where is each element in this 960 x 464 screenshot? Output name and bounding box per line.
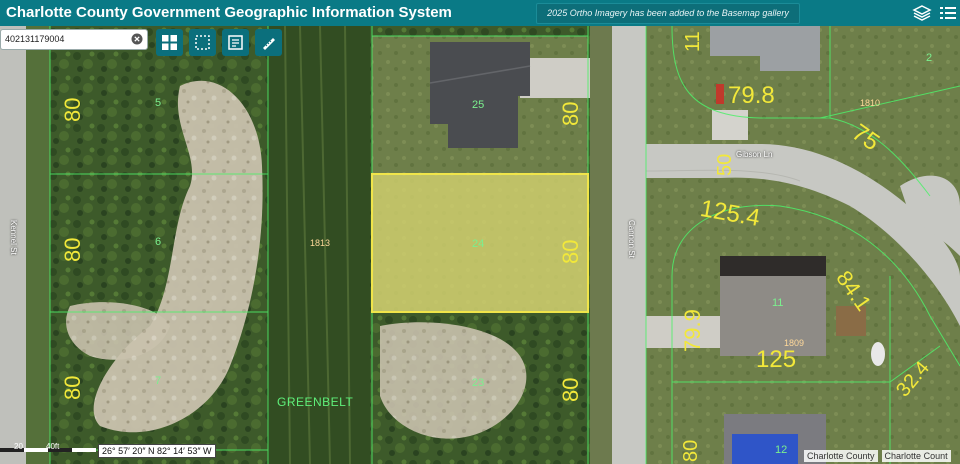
block-label: 1813	[310, 238, 331, 248]
coordinate-readout: 26° 57′ 20″ N 82° 14′ 53″ W	[98, 444, 216, 458]
parcel-number[interactable]: 2	[926, 52, 932, 64]
app-header: Charlotte County Government Geographic I…	[0, 0, 960, 26]
lot-dimension: 125	[756, 346, 797, 373]
lot-dimension: 80	[558, 377, 583, 402]
lot-dimension: 11	[682, 31, 704, 52]
scale-label-20: 20	[14, 442, 23, 451]
attribution-item: Charlotte County	[804, 450, 878, 462]
parcel-number[interactable]: 7	[155, 375, 161, 387]
select-area-button[interactable]	[189, 29, 216, 56]
app-title: Charlotte County Government Geographic I…	[6, 4, 452, 21]
print-button[interactable]	[222, 29, 249, 56]
block-label: 1810	[860, 98, 881, 108]
lot-dimension: 80	[680, 439, 702, 462]
lot-dimension: 80	[60, 237, 85, 262]
parcel-number[interactable]: 5	[155, 97, 161, 109]
search-input[interactable]	[5, 31, 127, 47]
layers-icon[interactable]	[912, 3, 932, 23]
street-label: Kennel St	[9, 220, 18, 255]
select-area-icon	[195, 35, 210, 50]
lot-dimension: 80	[60, 375, 85, 400]
print-icon	[228, 35, 243, 50]
legend-list-icon[interactable]	[938, 3, 958, 23]
parcel-number[interactable]: 11	[772, 297, 783, 309]
lot-dimension: 79.8	[728, 82, 775, 109]
area-label-greenbelt: GREENBELT	[277, 395, 354, 409]
parcel-number[interactable]: 25	[472, 99, 484, 111]
lot-dimension: 79.9	[680, 309, 705, 352]
parcel-number[interactable]: 12	[775, 444, 787, 456]
measure-button[interactable]	[255, 29, 282, 56]
lot-dimension: 80	[558, 239, 583, 264]
street-label: Cannon St	[627, 220, 636, 258]
attribution: Charlotte County Charlotte Count	[804, 450, 951, 462]
scale-label-40ft: 40ft	[46, 442, 60, 451]
parcel-number[interactable]: 23	[472, 377, 484, 389]
clear-search-icon[interactable]	[131, 33, 143, 45]
search-box	[0, 29, 148, 50]
parcel-number[interactable]: 24	[472, 238, 484, 250]
measure-icon	[263, 38, 275, 50]
attribution-item: Charlotte Count	[881, 450, 951, 462]
street-label: Gibson Ln	[736, 150, 773, 159]
basemap-notice[interactable]: 2025 Ortho Imagery has been added to the…	[536, 3, 800, 24]
lot-dimension: 50	[714, 153, 736, 176]
parcel-number[interactable]: 6	[155, 236, 161, 248]
basemap-gallery-button[interactable]	[156, 29, 183, 56]
lot-dimension: 80	[60, 97, 85, 122]
lot-dimension: 80	[558, 101, 583, 126]
block-label: 1809	[784, 338, 805, 348]
basemap-gallery-icon	[162, 35, 177, 50]
